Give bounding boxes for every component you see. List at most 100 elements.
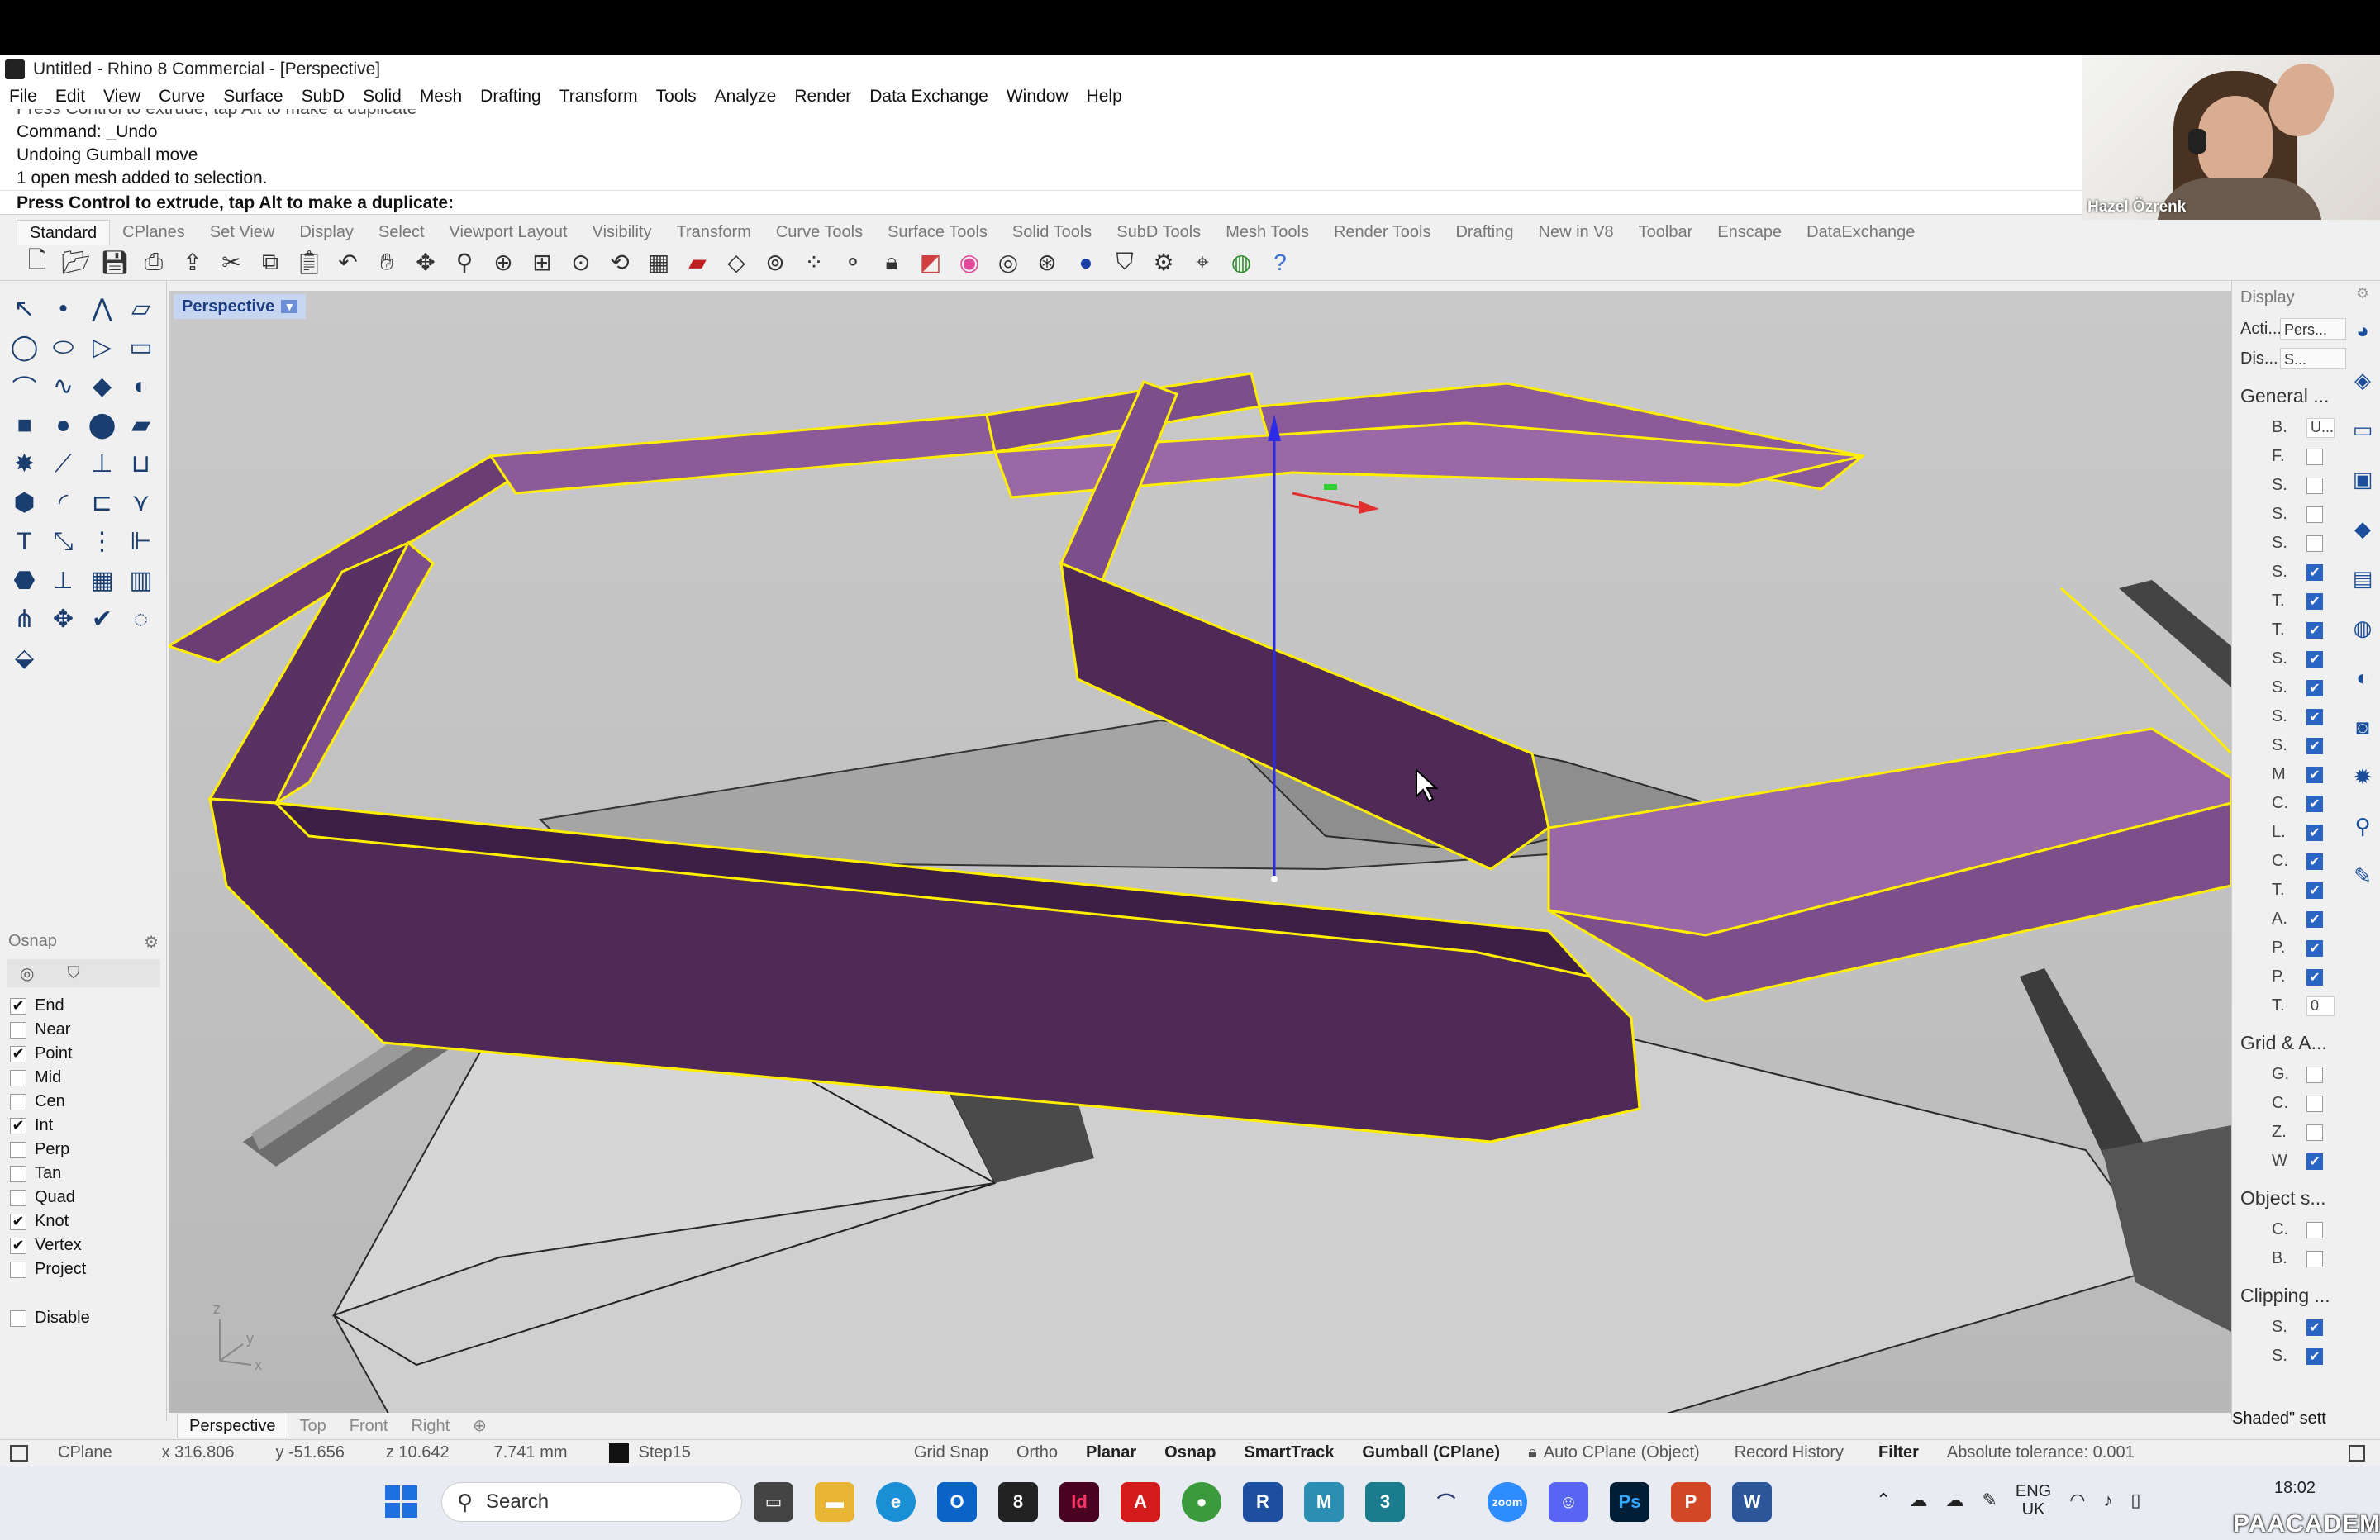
- gumball-move-icon[interactable]: ✥: [44, 600, 83, 639]
- volume-icon[interactable]: ♪: [2103, 1490, 2112, 1511]
- menu-solid[interactable]: Solid: [354, 87, 411, 107]
- general-row[interactable]: T. ✔: [2240, 616, 2346, 644]
- tab-transform[interactable]: Transform: [664, 223, 763, 242]
- osnap-option-end[interactable]: ✔ End: [0, 994, 167, 1018]
- tab-new-in-v8[interactable]: New in V8: [1526, 223, 1626, 242]
- tab-surface-tools[interactable]: Surface Tools: [875, 223, 1000, 242]
- general-row[interactable]: T. ✔: [2240, 876, 2346, 905]
- osnap-option-quad[interactable]: Quad: [0, 1186, 167, 1210]
- acrobat-icon[interactable]: A: [1121, 1482, 1160, 1522]
- copy-icon[interactable]: ⧉: [255, 247, 286, 278]
- zoom-icon[interactable]: zoom: [1488, 1482, 1527, 1522]
- brush-icon[interactable]: ✎: [2345, 851, 2380, 901]
- cplane-icon[interactable]: ◇: [721, 247, 752, 278]
- grid-icon[interactable]: ▦: [643, 247, 674, 278]
- zoom-icon[interactable]: ⚲: [449, 247, 480, 278]
- grid-row-checkbox[interactable]: ✔: [2306, 1153, 2323, 1170]
- osnap-option-vertex[interactable]: ✔ Vertex: [0, 1233, 167, 1257]
- outlook-icon[interactable]: O: [937, 1482, 977, 1522]
- maya-icon[interactable]: M: [1304, 1482, 1344, 1522]
- cylinder-icon[interactable]: ⬤: [83, 406, 121, 444]
- globe-icon[interactable]: ◍: [2345, 603, 2380, 653]
- help-icon[interactable]: ?: [1264, 247, 1296, 278]
- osnap-target-icon[interactable]: ◎: [20, 963, 34, 984]
- grid-section-title[interactable]: Grid & A...: [2240, 1025, 2346, 1060]
- filter-toggle[interactable]: Filter: [1878, 1443, 1919, 1462]
- object-section-title[interactable]: Object s...: [2240, 1181, 2346, 1215]
- select-icon[interactable]: ↖: [5, 289, 44, 328]
- paste-icon[interactable]: 📋︎: [293, 247, 325, 278]
- grid-row[interactable]: Z.: [2240, 1118, 2346, 1147]
- arc-icon[interactable]: ⌒: [5, 367, 44, 406]
- new-icon[interactable]: 🗋︎: [21, 247, 53, 278]
- fold-icon[interactable]: ⋔: [5, 600, 44, 639]
- general-row-checkbox[interactable]: ✔: [2306, 910, 2323, 928]
- general-row-checkbox[interactable]: ✔: [2306, 650, 2323, 668]
- menu-window[interactable]: Window: [997, 87, 1078, 107]
- general-row[interactable]: C. ✔: [2240, 847, 2346, 876]
- menu-analyze[interactable]: Analyze: [706, 87, 786, 107]
- file-explorer-icon[interactable]: ▬: [815, 1482, 854, 1522]
- tab-enscape[interactable]: Enscape: [1705, 223, 1794, 242]
- check-icon[interactable]: ✔: [83, 600, 121, 639]
- shaded-settings-button[interactable]: Shaded" sett: [2232, 1409, 2326, 1428]
- grid-array-icon[interactable]: ▦: [83, 561, 121, 600]
- pen-icon[interactable]: ✎: [1982, 1490, 1997, 1511]
- zoom-extents-icon[interactable]: ⊞: [526, 247, 558, 278]
- general-row-checkbox[interactable]: [2306, 477, 2323, 494]
- taskbar-search[interactable]: ⚲ Search: [441, 1482, 742, 1522]
- rhino-app-icon[interactable]: 8: [998, 1482, 1038, 1522]
- osnap-checkbox[interactable]: [10, 1189, 26, 1206]
- save-icon[interactable]: 💾︎: [99, 247, 131, 278]
- viewport-tab-front[interactable]: Front: [338, 1414, 400, 1438]
- general-row-checkbox[interactable]: ✔: [2306, 882, 2323, 899]
- polygon-icon[interactable]: ▷: [83, 328, 121, 367]
- point-icon[interactable]: •: [44, 289, 83, 328]
- panel-toggle-icon[interactable]: [10, 1444, 28, 1462]
- wifi-icon[interactable]: ◠: [2069, 1490, 2085, 1511]
- general-row[interactable]: C. ✔: [2240, 789, 2346, 818]
- maximize-icon[interactable]: [2349, 1445, 2365, 1462]
- general-row-checkbox[interactable]: ✔: [2306, 621, 2323, 639]
- menu-surface[interactable]: Surface: [214, 87, 292, 107]
- general-row[interactable]: S. ✔: [2240, 731, 2346, 760]
- tab-visibility[interactable]: Visibility: [580, 223, 664, 242]
- general-row-checkbox[interactable]: ✔: [2306, 824, 2323, 841]
- plane-icon[interactable]: ▰: [121, 406, 160, 444]
- viewport-title-tab[interactable]: Perspective ▼: [174, 294, 307, 319]
- general-row-checkbox[interactable]: ✔: [2306, 708, 2323, 725]
- fillet-icon[interactable]: ◜: [44, 483, 83, 522]
- dimension-icon[interactable]: ⟂: [44, 561, 83, 600]
- discord-icon[interactable]: ☺: [1549, 1482, 1588, 1522]
- grid-row-checkbox[interactable]: [2306, 1066, 2323, 1083]
- perspective-viewport[interactable]: z y x: [169, 291, 2231, 1413]
- general-row[interactable]: B. U...: [2240, 413, 2346, 442]
- osnap-disable[interactable]: Disable: [0, 1306, 167, 1330]
- osnap-checkbox[interactable]: ✔: [10, 1213, 26, 1230]
- osnap-option-knot[interactable]: ✔ Knot: [0, 1210, 167, 1233]
- menu-subd[interactable]: SubD: [293, 87, 355, 107]
- tab-cplanes[interactable]: CPlanes: [110, 223, 198, 242]
- general-row-checkbox[interactable]: [2306, 448, 2323, 465]
- tab-drafting[interactable]: Drafting: [1443, 223, 1526, 242]
- display-active-value[interactable]: Pers...: [2280, 318, 2346, 340]
- menu-drafting[interactable]: Drafting: [471, 87, 550, 107]
- general-row-checkbox[interactable]: ✔: [2306, 679, 2323, 696]
- scale-icon[interactable]: ⤡: [44, 522, 83, 561]
- text-icon[interactable]: T: [5, 522, 44, 561]
- explode-icon[interactable]: ✸: [5, 444, 44, 483]
- osnap-option-tan[interactable]: Tan: [0, 1162, 167, 1186]
- cloud-icon[interactable]: ☁: [1909, 1490, 1927, 1511]
- smarttrack-toggle[interactable]: SmartTrack: [1244, 1443, 1334, 1462]
- general-row[interactable]: A. ✔: [2240, 905, 2346, 934]
- photoshop-icon[interactable]: Ps: [1610, 1482, 1649, 1522]
- general-row-checkbox[interactable]: [2306, 535, 2323, 552]
- tab-set-view[interactable]: Set View: [198, 223, 288, 242]
- chevron-up-icon[interactable]: ⌃: [1876, 1490, 1891, 1511]
- tab-standard[interactable]: Standard: [17, 220, 111, 245]
- general-row-checkbox[interactable]: ✔: [2306, 795, 2323, 812]
- general-row[interactable]: L. ✔: [2240, 818, 2346, 847]
- osnap-option-project[interactable]: Project: [0, 1257, 167, 1281]
- menu-data-exchange[interactable]: Data Exchange: [860, 87, 997, 107]
- add-viewport-icon[interactable]: ⊕: [461, 1414, 498, 1438]
